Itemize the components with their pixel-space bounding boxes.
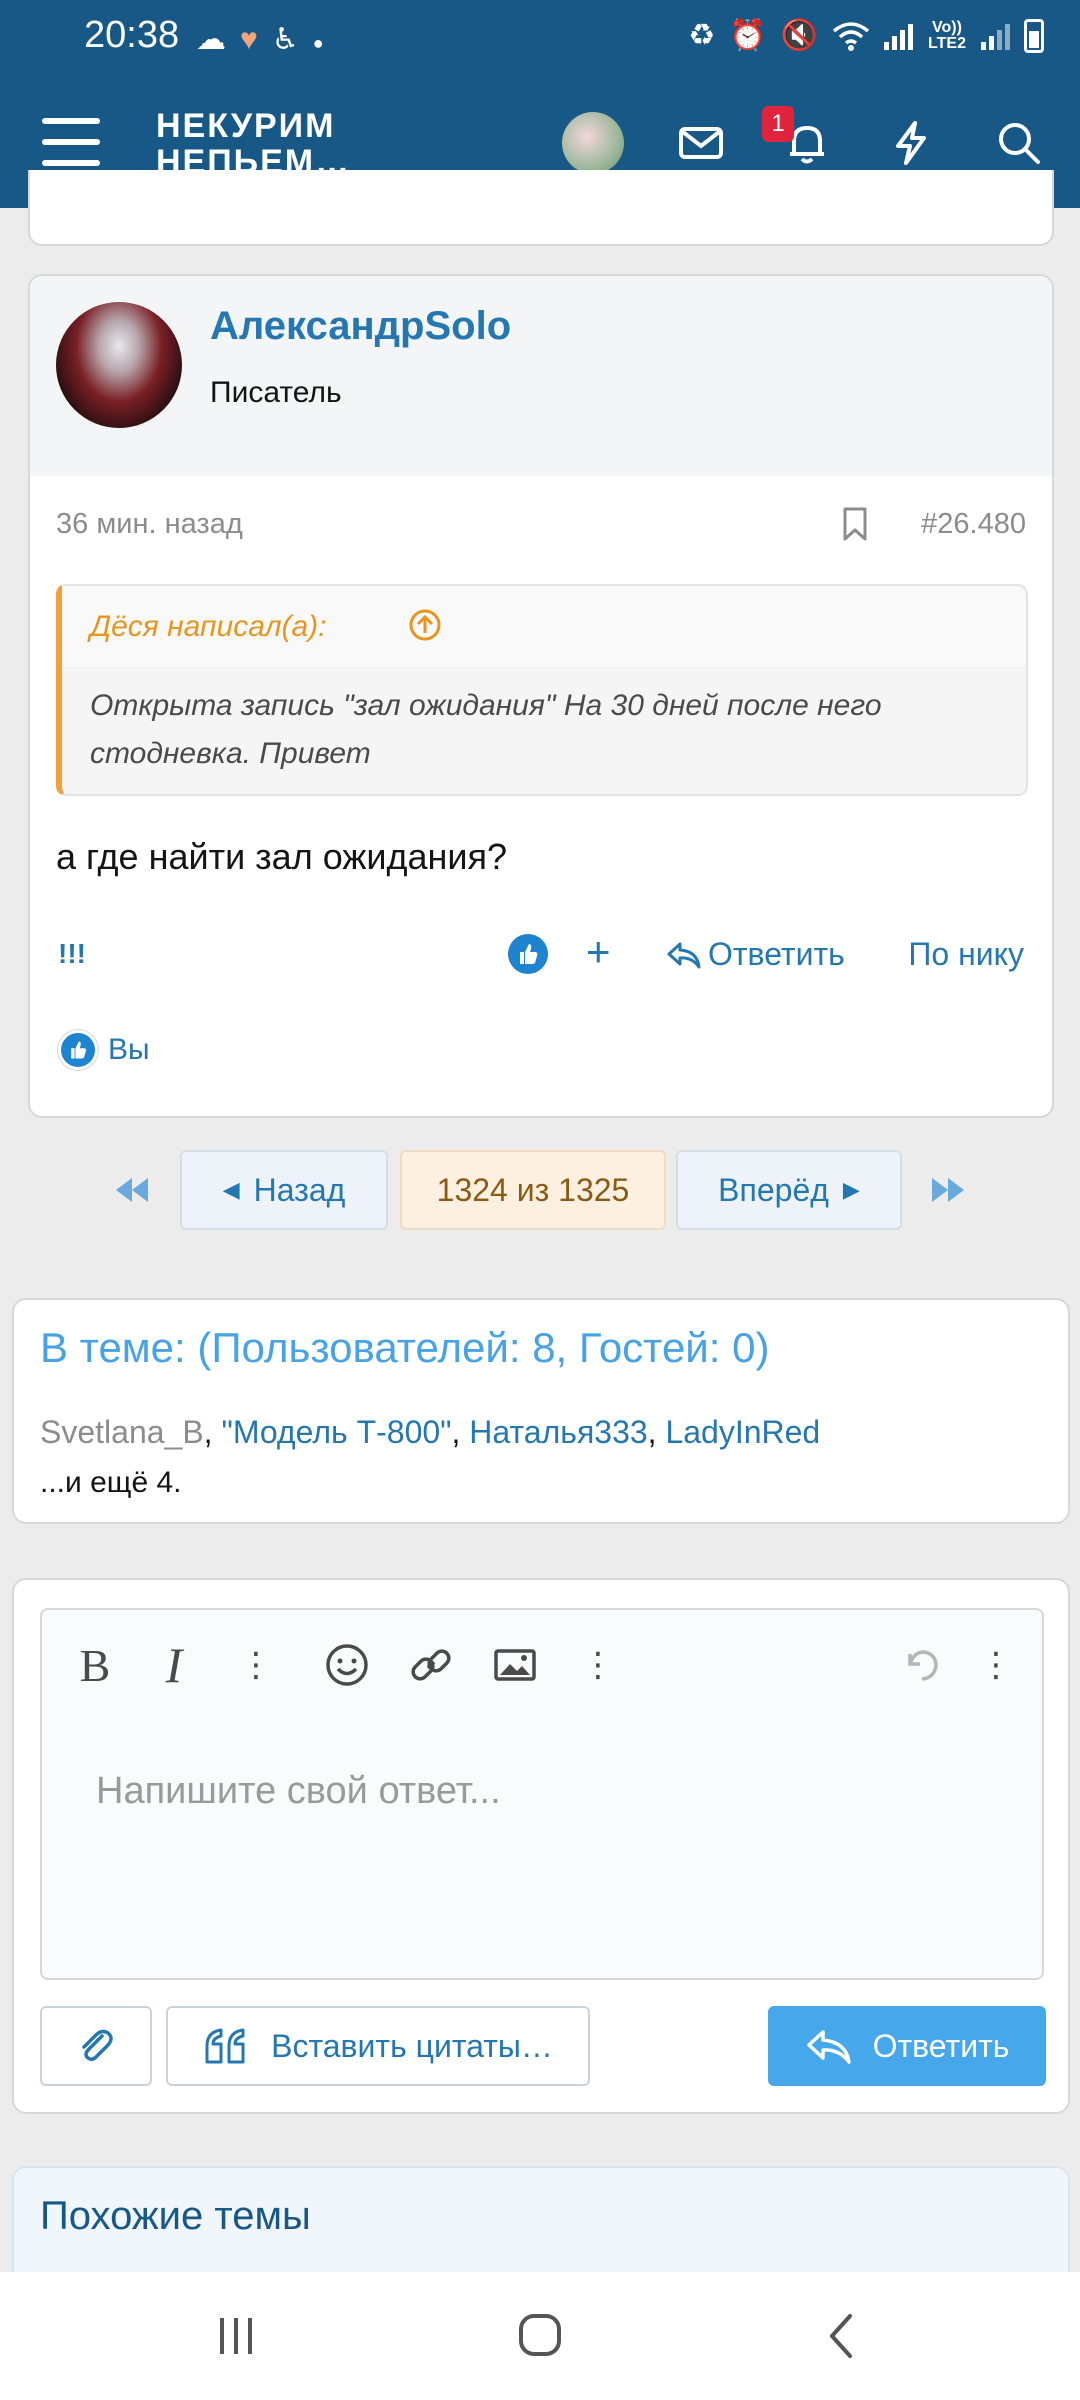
reply-input-placeholder[interactable]: Напишите свой ответ...	[96, 1770, 501, 1813]
heart-icon: ♥	[240, 23, 272, 56]
online-user[interactable]: Svetlana_B	[40, 1414, 204, 1450]
attach-button[interactable]	[40, 2006, 152, 2086]
cloud-icon: ☁	[196, 23, 240, 56]
post-actions: !!! + Ответить По нику	[30, 924, 1052, 984]
notification-badge: 1	[762, 106, 794, 142]
prev-page-label: Назад	[253, 1171, 346, 1208]
user-avatar[interactable]	[562, 112, 624, 174]
lte-label: Vo)) LTE2	[928, 18, 966, 52]
battery-icon	[1024, 18, 1044, 53]
link-icon[interactable]	[406, 1640, 456, 1690]
online-users-card: В теме: (Пользователей: 8, Гостей: 0) Sv…	[12, 1298, 1070, 1524]
dot-icon: ●	[312, 33, 338, 53]
quote-text: Открыта запись "зал ожидания" На 30 дней…	[90, 689, 882, 770]
reactions-bar[interactable]: Вы	[58, 1030, 150, 1070]
image-icon[interactable]	[490, 1640, 540, 1690]
author-role: Писатель	[210, 376, 342, 409]
alarm-icon: ⏰	[729, 19, 767, 52]
first-page-icon[interactable]	[110, 1168, 154, 1212]
mail-icon[interactable]	[674, 116, 728, 170]
status-time: 20:38	[84, 14, 180, 56]
exclamation-link[interactable]: !!!	[58, 938, 86, 970]
arrow-up-circle-icon[interactable]	[408, 608, 442, 642]
quote-block: Дёся написал(а): Открыта запись "зал ожи…	[56, 584, 1028, 796]
online-title: В теме: (Пользователей: 8, Гостей: 0)	[40, 1324, 770, 1371]
undo-icon[interactable]	[896, 1640, 946, 1690]
online-user[interactable]: "Модель Т-800"	[221, 1414, 451, 1450]
separator: ,	[203, 1414, 222, 1450]
quote-header: Дёся написал(а):	[62, 586, 1026, 668]
emoji-icon[interactable]	[322, 1640, 372, 1690]
status-bar: 20:38 ☁♥♿● ♻ ⏰ 🔇 Vo)) LTE2	[0, 0, 1080, 78]
caret-right-icon: ▶	[842, 1177, 860, 1202]
menu-icon[interactable]	[42, 118, 100, 166]
reaction-user[interactable]: Вы	[108, 1033, 150, 1067]
recycle-icon: ♻	[688, 19, 716, 52]
add-reaction-button[interactable]: +	[586, 928, 611, 976]
last-page-icon[interactable]	[926, 1168, 970, 1212]
italic-button[interactable]: I	[156, 1637, 192, 1693]
home-icon[interactable]	[510, 2310, 570, 2362]
system-nav-bar	[0, 2272, 1080, 2400]
back-icon[interactable]	[812, 2310, 872, 2362]
post-author-header: АлександрSolo Писатель	[30, 276, 1052, 476]
accessibility-icon: ♿	[271, 23, 313, 56]
insert-quotes-button[interactable]: Вставить цитаты…	[166, 2006, 590, 2086]
status-right-icons: ♻ ⏰ 🔇 Vo)) LTE2	[688, 18, 1044, 53]
reply-link[interactable]: Ответить	[666, 936, 845, 973]
reply-icon	[806, 2030, 851, 2064]
signal-icon	[981, 22, 1010, 50]
separator: ,	[647, 1414, 666, 1450]
mute-icon: 🔇	[780, 19, 818, 52]
by-nick-link[interactable]: По нику	[908, 936, 1024, 973]
lightning-icon[interactable]	[884, 116, 938, 170]
recent-apps-icon[interactable]	[206, 2310, 266, 2362]
reply-link-label: Ответить	[708, 936, 845, 972]
signal-icon	[884, 22, 913, 50]
insert-quotes-label: Вставить цитаты…	[271, 2027, 553, 2064]
post-number[interactable]: #26.480	[921, 508, 1026, 541]
more-text-options-icon[interactable]: ⋮	[239, 1640, 273, 1690]
quote-author[interactable]: Дёся написал(а):	[90, 610, 326, 644]
reply-submit-label: Ответить	[872, 2027, 1010, 2064]
paperclip-icon	[82, 2029, 113, 2062]
current-page-button[interactable]: 1324 из 1325	[400, 1150, 666, 1230]
quote-icon	[205, 2028, 245, 2064]
logo-line-1: НЕКУРИМ	[156, 107, 336, 145]
more-options-icon[interactable]: ⋮	[979, 1640, 1013, 1690]
status-left-icons: ☁♥♿●	[196, 22, 338, 57]
thumbs-up-icon	[58, 1030, 98, 1070]
online-user[interactable]: LadyInRed	[665, 1414, 820, 1450]
caret-left-icon: ◀	[222, 1177, 240, 1202]
reply-icon	[667, 942, 701, 968]
forum-post: АлександрSolo Писатель 36 мин. назад #26…	[28, 274, 1054, 1118]
wifi-icon	[832, 21, 870, 51]
search-icon[interactable]	[992, 116, 1046, 170]
previous-post-card	[28, 170, 1054, 246]
post-time[interactable]: 36 мин. назад	[56, 508, 243, 541]
next-page-label: Вперёд	[718, 1171, 829, 1208]
online-more[interactable]: ...и ещё 4.	[40, 1466, 182, 1500]
pagination: ◀ Назад 1324 из 1325 Вперёд ▶	[0, 1150, 1080, 1230]
reply-submit-button[interactable]: Ответить	[768, 2006, 1046, 2086]
online-user[interactable]: Наталья333	[469, 1414, 647, 1450]
author-avatar[interactable]	[56, 302, 182, 428]
separator: ,	[451, 1414, 470, 1450]
editor-toolbar: B I ⋮ ⋮ ⋮	[42, 1610, 1042, 1720]
reply-editor[interactable]: B I ⋮ ⋮ ⋮ Напишите свой ответ...	[40, 1608, 1044, 1980]
post-body: а где найти зал ожидания?	[56, 836, 508, 877]
similar-topics-card: Похожие темы	[12, 2166, 1070, 2286]
next-page-button[interactable]: Вперёд ▶	[676, 1150, 902, 1230]
thumbs-up-icon	[520, 944, 538, 964]
prev-page-button[interactable]: ◀ Назад	[180, 1150, 388, 1230]
bold-button[interactable]: B	[70, 1640, 120, 1691]
like-button[interactable]	[508, 934, 548, 974]
reply-editor-card: B I ⋮ ⋮ ⋮ Напишите свой ответ... Вставит…	[12, 1578, 1070, 2114]
author-name[interactable]: АлександрSolo	[210, 304, 511, 349]
online-users-list: Svetlana_B, "Модель Т-800", Наталья333, …	[40, 1414, 820, 1451]
similar-topics-title: Похожие темы	[40, 2194, 311, 2238]
bookmark-icon[interactable]	[840, 506, 870, 542]
more-insert-options-icon[interactable]: ⋮	[581, 1640, 615, 1690]
